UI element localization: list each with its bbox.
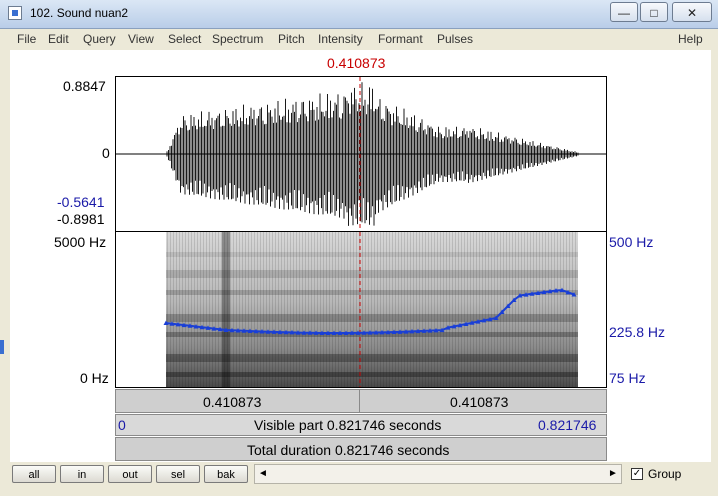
maximize-button[interactable]: □ xyxy=(640,2,668,22)
menu-edit[interactable]: Edit xyxy=(48,32,69,46)
menu-query[interactable]: Query xyxy=(83,32,116,46)
waveform-zero-label: 0 xyxy=(102,145,110,161)
cursor-time-label: 0.410873 xyxy=(327,55,386,71)
zoom-all-button[interactable]: all xyxy=(12,465,56,483)
group-label: Group xyxy=(648,467,682,481)
visible-start-label: 0 xyxy=(118,417,126,433)
zoom-back-button[interactable]: bak xyxy=(204,465,248,483)
waveform-panel[interactable] xyxy=(115,76,607,232)
menu-select[interactable]: Select xyxy=(168,32,201,46)
visible-part-label: Visible part 0.821746 seconds xyxy=(254,417,442,433)
pitch-cursor-label: 225.8 Hz xyxy=(609,324,666,340)
spectrogram-onset xyxy=(222,232,230,387)
menu-file[interactable]: File xyxy=(17,32,36,46)
selection-left-time: 0.410873 xyxy=(203,394,262,410)
window-title: 102. Sound nuan2 xyxy=(30,6,129,20)
time-scrollbar[interactable]: ◄ ► xyxy=(254,464,622,484)
title-bar[interactable]: 102. Sound nuan2 — □ ✕ xyxy=(0,0,718,29)
minimize-button[interactable]: — xyxy=(610,2,638,22)
freq-max-label: 5000 Hz xyxy=(54,234,107,250)
zoom-selection-button[interactable]: sel xyxy=(156,465,200,483)
menu-bar: File Edit Query View Select Spectrum Pit… xyxy=(10,29,710,49)
menu-pitch[interactable]: Pitch xyxy=(278,32,305,46)
menu-view[interactable]: View xyxy=(128,32,154,46)
scroll-right-arrow-icon[interactable]: ► xyxy=(605,465,621,483)
scroll-left-arrow-icon[interactable]: ◄ xyxy=(255,465,271,483)
menu-pulses[interactable]: Pulses xyxy=(437,32,473,46)
menu-intensity[interactable]: Intensity xyxy=(318,32,363,46)
pitch-max-label: 500 Hz xyxy=(609,234,654,250)
zoom-out-button[interactable]: out xyxy=(108,465,152,483)
waveform-min-label: -0.8981 xyxy=(57,211,105,227)
praat-sound-window: 102. Sound nuan2 — □ ✕ File Edit Query V… xyxy=(0,0,718,496)
waveform-cursor-value-label: -0.5641 xyxy=(57,194,105,210)
freq-min-label: 0 Hz xyxy=(80,370,109,386)
desktop-edge-marker xyxy=(0,340,4,354)
pitch-min-label: 75 Hz xyxy=(609,370,646,386)
app-icon xyxy=(8,6,22,20)
menu-spectrum[interactable]: Spectrum xyxy=(212,32,263,46)
zoom-in-button[interactable]: in xyxy=(60,465,104,483)
bottom-toolbar: all in out sel bak ◄ ► ✓ Group xyxy=(0,462,718,496)
total-duration-label: Total duration 0.821746 seconds xyxy=(247,442,450,458)
spectrogram-svg xyxy=(163,232,578,387)
selection-right-time: 0.410873 xyxy=(450,394,509,410)
selection-bar[interactable]: 0.410873 0.410873 xyxy=(115,389,607,413)
waveform-svg xyxy=(116,77,606,231)
menu-help[interactable]: Help xyxy=(678,32,703,46)
waveform-max-label: 0.8847 xyxy=(63,78,106,94)
spectrogram-panel[interactable] xyxy=(115,232,607,388)
group-checkbox[interactable]: ✓ xyxy=(631,468,643,480)
visible-part-bar[interactable]: 0 Visible part 0.821746 seconds 0.821746 xyxy=(115,414,607,436)
visible-end-label: 0.821746 xyxy=(538,417,597,433)
menu-formant[interactable]: Formant xyxy=(378,32,423,46)
total-duration-bar[interactable]: Total duration 0.821746 seconds xyxy=(115,437,607,461)
close-button[interactable]: ✕ xyxy=(672,2,712,22)
